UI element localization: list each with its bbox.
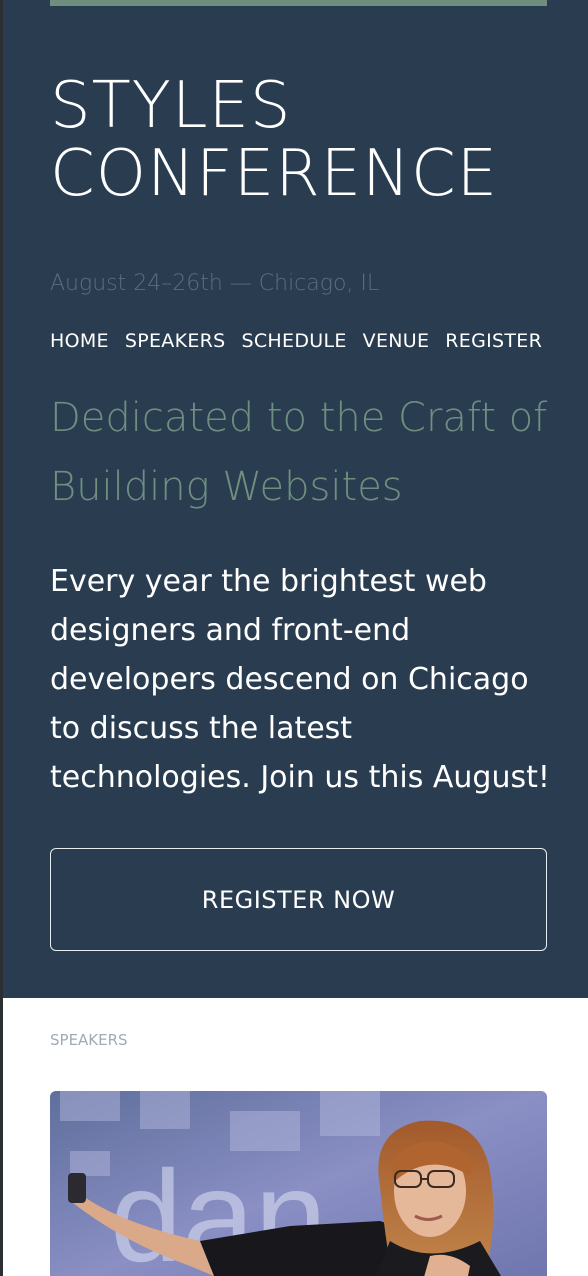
nav-link-schedule[interactable]: SCHEDULE (242, 327, 347, 355)
hero-section: STYLES CONFERENCE August 24–26th — Chica… (3, 0, 588, 998)
nav-link-venue[interactable]: VENUE (363, 327, 430, 355)
nav-item-home: HOME (50, 327, 109, 355)
title-line-1: STYLES (50, 69, 292, 143)
speaker-photo-image: dan (50, 1091, 547, 1276)
register-now-button[interactable]: REGISTER NOW (50, 848, 547, 951)
conference-title: STYLES CONFERENCE (50, 72, 498, 208)
title-line-2: CONFERENCE (50, 137, 499, 211)
primary-nav: HOME SPEAKERS SCHEDULE VENUE REGISTER (50, 327, 542, 355)
nav-link-home[interactable]: HOME (50, 327, 109, 355)
nav-item-schedule: SCHEDULE (242, 327, 347, 355)
event-dates: August 24–26th — Chicago, IL (50, 271, 380, 296)
nav-link-register[interactable]: REGISTER (445, 327, 542, 355)
hero-intro: Every year the brightest web designers a… (50, 564, 550, 795)
nav-item-speakers: SPEAKERS (125, 327, 226, 355)
nav-item-venue: VENUE (363, 327, 430, 355)
nav-link-speakers[interactable]: SPEAKERS (125, 327, 226, 355)
hero-tagline: Dedicated to the Craft of Building Websi… (50, 395, 548, 510)
accent-bar (50, 0, 547, 6)
nav-item-register: REGISTER (445, 327, 542, 355)
speakers-section-label: SPEAKERS (50, 1031, 128, 1049)
speaker-photo: dan (50, 1091, 547, 1276)
page: STYLES CONFERENCE August 24–26th — Chica… (3, 0, 588, 1276)
